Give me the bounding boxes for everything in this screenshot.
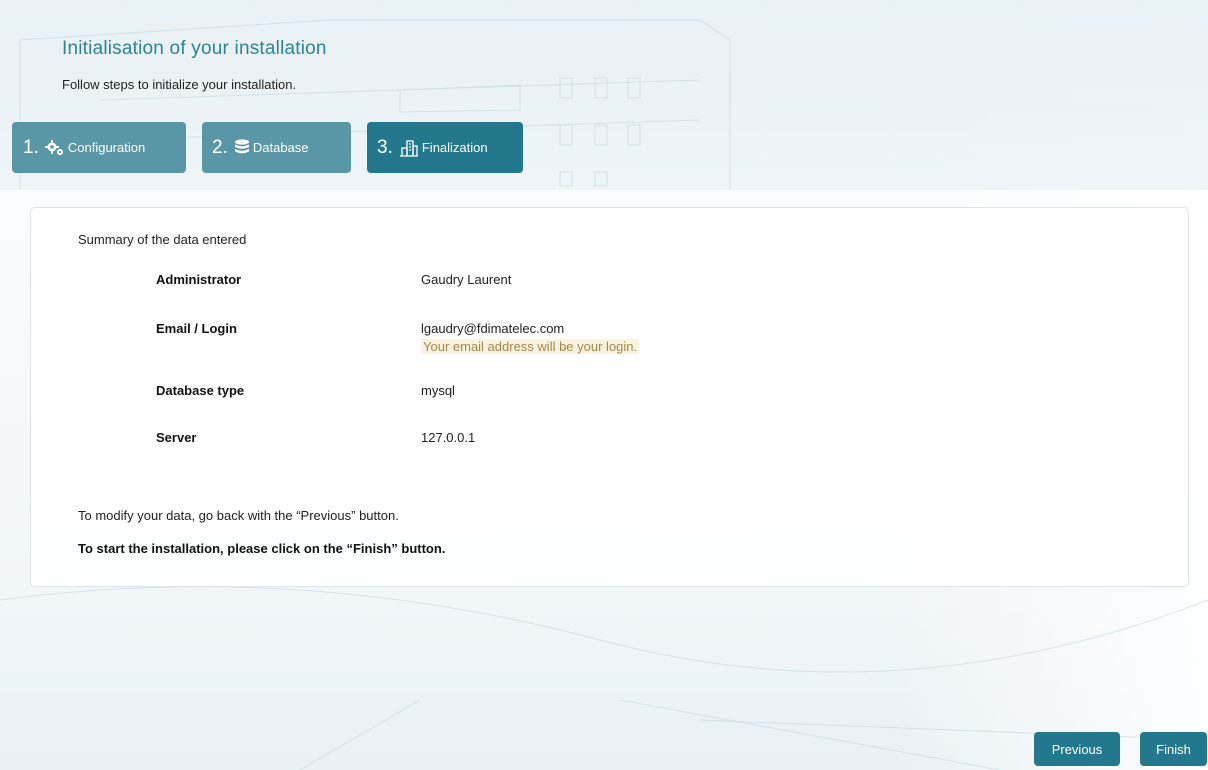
step-finalization[interactable]: 3. Finalization xyxy=(367,122,523,173)
modify-hint: To modify your data, go back with the “P… xyxy=(78,508,399,523)
summary-panel: Summary of the data entered Administrato… xyxy=(30,207,1189,587)
row-label: Administrator xyxy=(156,272,242,287)
step-label: Database xyxy=(252,140,309,155)
row-value: Gaudry Laurent xyxy=(421,272,512,287)
row-value: mysql xyxy=(421,383,455,398)
step-label: Finalization xyxy=(421,140,488,155)
row-value: 127.0.0.1 xyxy=(421,430,476,445)
finish-hint: To start the installation, please click … xyxy=(78,541,446,556)
step-label: Configuration xyxy=(67,140,146,155)
step-number: 2. xyxy=(212,136,228,158)
gears-icon xyxy=(44,139,65,156)
step-configuration[interactable]: 1. Configuration xyxy=(12,122,186,173)
row-label: Server xyxy=(156,430,197,445)
row-label: Email / Login xyxy=(156,321,237,336)
row-value: lgaudry@fdimatelec.com xyxy=(421,321,565,336)
building-icon xyxy=(399,139,419,157)
previous-button[interactable]: Previous xyxy=(1034,732,1120,766)
login-note: Your email address will be your login. xyxy=(421,339,640,354)
page-subtitle: Follow steps to initialize your installa… xyxy=(62,77,297,92)
step-number: 1. xyxy=(23,136,39,158)
database-icon xyxy=(234,138,250,157)
row-label: Database type xyxy=(156,383,245,398)
finish-button[interactable]: Finish xyxy=(1140,732,1207,766)
step-number: 3. xyxy=(377,136,393,158)
summary-heading: Summary of the data entered xyxy=(78,232,247,247)
page-title: Initialisation of your installation xyxy=(62,38,327,59)
step-database[interactable]: 2. Database xyxy=(202,122,351,173)
